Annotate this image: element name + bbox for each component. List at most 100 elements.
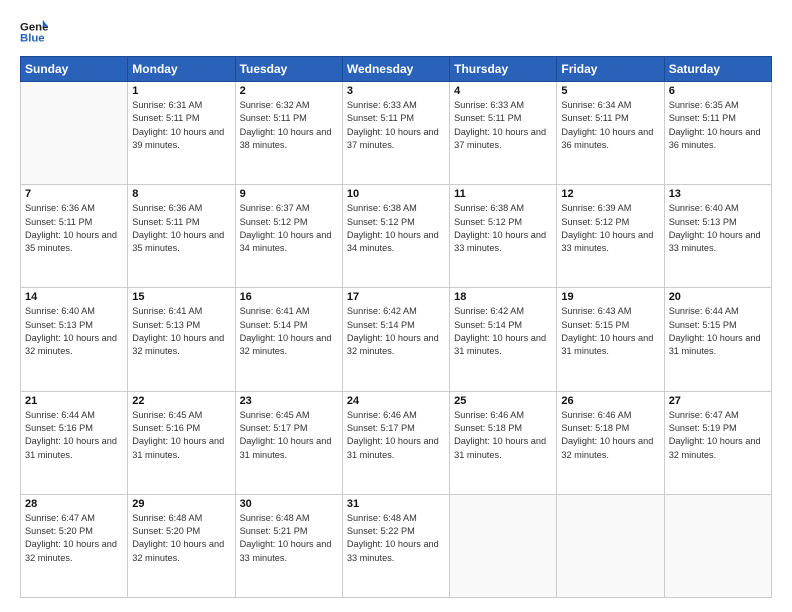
sun-info: Sunrise: 6:36 AMSunset: 5:11 PMDaylight:…	[25, 202, 123, 255]
calendar-cell: 7 Sunrise: 6:36 AMSunset: 5:11 PMDaylight…	[21, 185, 128, 288]
calendar-week-row: 1 Sunrise: 6:31 AMSunset: 5:11 PMDaylight…	[21, 82, 772, 185]
sun-info: Sunrise: 6:40 AMSunset: 5:13 PMDaylight:…	[669, 202, 767, 255]
calendar-cell: 27 Sunrise: 6:47 AMSunset: 5:19 PMDayligh…	[664, 391, 771, 494]
calendar-cell: 19 Sunrise: 6:43 AMSunset: 5:15 PMDayligh…	[557, 288, 664, 391]
calendar-week-row: 7 Sunrise: 6:36 AMSunset: 5:11 PMDaylight…	[21, 185, 772, 288]
day-number: 31	[347, 498, 445, 510]
sun-info: Sunrise: 6:42 AMSunset: 5:14 PMDaylight:…	[454, 305, 552, 358]
day-number: 7	[25, 188, 123, 200]
sun-info: Sunrise: 6:44 AMSunset: 5:16 PMDaylight:…	[25, 409, 123, 462]
calendar-cell	[450, 494, 557, 597]
sun-info: Sunrise: 6:38 AMSunset: 5:12 PMDaylight:…	[347, 202, 445, 255]
calendar-cell: 9 Sunrise: 6:37 AMSunset: 5:12 PMDaylight…	[235, 185, 342, 288]
day-number: 4	[454, 85, 552, 97]
calendar-week-row: 14 Sunrise: 6:40 AMSunset: 5:13 PMDayligh…	[21, 288, 772, 391]
calendar-cell: 12 Sunrise: 6:39 AMSunset: 5:12 PMDayligh…	[557, 185, 664, 288]
day-number: 12	[561, 188, 659, 200]
sun-info: Sunrise: 6:33 AMSunset: 5:11 PMDaylight:…	[347, 99, 445, 152]
logo: General Blue	[20, 18, 48, 46]
calendar-table: SundayMondayTuesdayWednesdayThursdayFrid…	[20, 56, 772, 598]
sun-info: Sunrise: 6:46 AMSunset: 5:18 PMDaylight:…	[561, 409, 659, 462]
sun-info: Sunrise: 6:48 AMSunset: 5:21 PMDaylight:…	[240, 512, 338, 565]
day-number: 23	[240, 395, 338, 407]
sun-info: Sunrise: 6:32 AMSunset: 5:11 PMDaylight:…	[240, 99, 338, 152]
col-header-monday: Monday	[128, 57, 235, 82]
day-number: 17	[347, 291, 445, 303]
calendar-cell: 11 Sunrise: 6:38 AMSunset: 5:12 PMDayligh…	[450, 185, 557, 288]
day-number: 27	[669, 395, 767, 407]
sun-info: Sunrise: 6:47 AMSunset: 5:19 PMDaylight:…	[669, 409, 767, 462]
sun-info: Sunrise: 6:46 AMSunset: 5:18 PMDaylight:…	[454, 409, 552, 462]
calendar-cell: 22 Sunrise: 6:45 AMSunset: 5:16 PMDayligh…	[128, 391, 235, 494]
day-number: 13	[669, 188, 767, 200]
day-number: 9	[240, 188, 338, 200]
calendar-cell: 29 Sunrise: 6:48 AMSunset: 5:20 PMDayligh…	[128, 494, 235, 597]
day-number: 24	[347, 395, 445, 407]
day-number: 28	[25, 498, 123, 510]
calendar-cell: 28 Sunrise: 6:47 AMSunset: 5:20 PMDayligh…	[21, 494, 128, 597]
col-header-saturday: Saturday	[664, 57, 771, 82]
day-number: 5	[561, 85, 659, 97]
day-number: 3	[347, 85, 445, 97]
sun-info: Sunrise: 6:37 AMSunset: 5:12 PMDaylight:…	[240, 202, 338, 255]
sun-info: Sunrise: 6:33 AMSunset: 5:11 PMDaylight:…	[454, 99, 552, 152]
sun-info: Sunrise: 6:41 AMSunset: 5:13 PMDaylight:…	[132, 305, 230, 358]
calendar-cell: 13 Sunrise: 6:40 AMSunset: 5:13 PMDayligh…	[664, 185, 771, 288]
col-header-friday: Friday	[557, 57, 664, 82]
sun-info: Sunrise: 6:48 AMSunset: 5:22 PMDaylight:…	[347, 512, 445, 565]
sun-info: Sunrise: 6:36 AMSunset: 5:11 PMDaylight:…	[132, 202, 230, 255]
day-number: 29	[132, 498, 230, 510]
page: General Blue SundayMondayTuesdayWednesda…	[0, 0, 792, 612]
day-number: 11	[454, 188, 552, 200]
sun-info: Sunrise: 6:34 AMSunset: 5:11 PMDaylight:…	[561, 99, 659, 152]
day-number: 18	[454, 291, 552, 303]
calendar-week-row: 21 Sunrise: 6:44 AMSunset: 5:16 PMDayligh…	[21, 391, 772, 494]
day-number: 21	[25, 395, 123, 407]
col-header-wednesday: Wednesday	[342, 57, 449, 82]
sun-info: Sunrise: 6:39 AMSunset: 5:12 PMDaylight:…	[561, 202, 659, 255]
calendar-cell: 10 Sunrise: 6:38 AMSunset: 5:12 PMDayligh…	[342, 185, 449, 288]
calendar-cell: 17 Sunrise: 6:42 AMSunset: 5:14 PMDayligh…	[342, 288, 449, 391]
calendar-cell: 24 Sunrise: 6:46 AMSunset: 5:17 PMDayligh…	[342, 391, 449, 494]
sun-info: Sunrise: 6:45 AMSunset: 5:16 PMDaylight:…	[132, 409, 230, 462]
sun-info: Sunrise: 6:42 AMSunset: 5:14 PMDaylight:…	[347, 305, 445, 358]
calendar-cell: 3 Sunrise: 6:33 AMSunset: 5:11 PMDaylight…	[342, 82, 449, 185]
day-number: 10	[347, 188, 445, 200]
calendar-cell: 31 Sunrise: 6:48 AMSunset: 5:22 PMDayligh…	[342, 494, 449, 597]
calendar-cell: 6Sunrise: 6:35 AMSunset: 5:11 PMDaylight…	[664, 82, 771, 185]
sun-info: Sunrise: 6:40 AMSunset: 5:13 PMDaylight:…	[25, 305, 123, 358]
col-header-thursday: Thursday	[450, 57, 557, 82]
day-number: 26	[561, 395, 659, 407]
calendar-cell: 14 Sunrise: 6:40 AMSunset: 5:13 PMDayligh…	[21, 288, 128, 391]
calendar-cell: 2Sunrise: 6:32 AMSunset: 5:11 PMDaylight…	[235, 82, 342, 185]
day-number: 1	[132, 85, 230, 97]
sun-info: Sunrise: 6:43 AMSunset: 5:15 PMDaylight:…	[561, 305, 659, 358]
sun-info: Sunrise: 6:46 AMSunset: 5:17 PMDaylight:…	[347, 409, 445, 462]
day-number: 6	[669, 85, 767, 97]
calendar-cell: 25 Sunrise: 6:46 AMSunset: 5:18 PMDayligh…	[450, 391, 557, 494]
day-number: 14	[25, 291, 123, 303]
calendar-cell: 26 Sunrise: 6:46 AMSunset: 5:18 PMDayligh…	[557, 391, 664, 494]
calendar-cell: 20Sunrise: 6:44 AMSunset: 5:15 PMDayligh…	[664, 288, 771, 391]
calendar-cell: 4 Sunrise: 6:33 AMSunset: 5:11 PMDaylight…	[450, 82, 557, 185]
svg-text:Blue: Blue	[20, 33, 45, 45]
day-number: 20	[669, 291, 767, 303]
calendar-cell: 5 Sunrise: 6:34 AMSunset: 5:11 PMDaylight…	[557, 82, 664, 185]
col-header-sunday: Sunday	[21, 57, 128, 82]
day-number: 8	[132, 188, 230, 200]
sun-info: Sunrise: 6:38 AMSunset: 5:12 PMDaylight:…	[454, 202, 552, 255]
calendar-cell: 21 Sunrise: 6:44 AMSunset: 5:16 PMDayligh…	[21, 391, 128, 494]
day-number: 22	[132, 395, 230, 407]
calendar-cell: 1 Sunrise: 6:31 AMSunset: 5:11 PMDaylight…	[128, 82, 235, 185]
sun-info: Sunrise: 6:48 AMSunset: 5:20 PMDaylight:…	[132, 512, 230, 565]
calendar-cell: 15Sunrise: 6:41 AMSunset: 5:13 PMDayligh…	[128, 288, 235, 391]
calendar-cell	[557, 494, 664, 597]
calendar-week-row: 28 Sunrise: 6:47 AMSunset: 5:20 PMDayligh…	[21, 494, 772, 597]
calendar-cell: 18 Sunrise: 6:42 AMSunset: 5:14 PMDayligh…	[450, 288, 557, 391]
sun-info: Sunrise: 6:31 AMSunset: 5:11 PMDaylight:…	[132, 99, 230, 152]
sun-info: Sunrise: 6:47 AMSunset: 5:20 PMDaylight:…	[25, 512, 123, 565]
calendar-cell: 23Sunrise: 6:45 AMSunset: 5:17 PMDayligh…	[235, 391, 342, 494]
day-number: 19	[561, 291, 659, 303]
day-number: 30	[240, 498, 338, 510]
day-number: 25	[454, 395, 552, 407]
